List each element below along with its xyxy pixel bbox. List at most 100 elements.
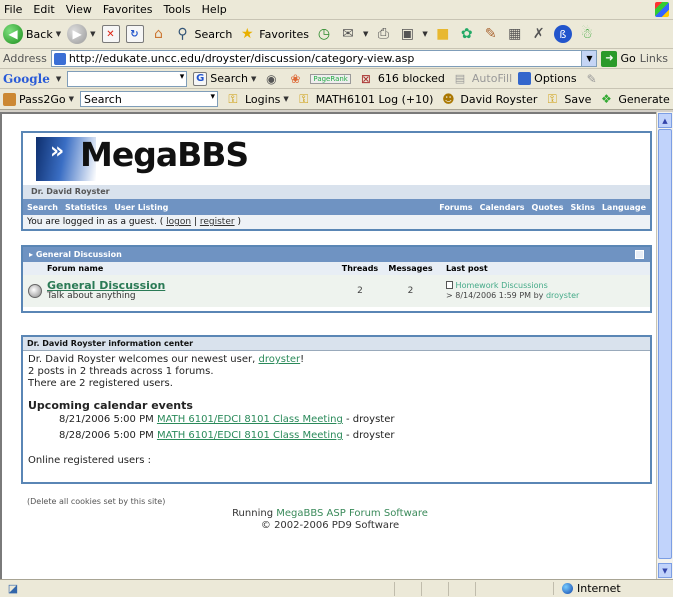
star-icon: ★ [241, 26, 254, 42]
favorites-button[interactable]: ★ Favorites [238, 25, 309, 43]
nav-search[interactable]: Search [27, 203, 58, 212]
nav-language[interactable]: Language [602, 203, 646, 212]
table-row: General Discussion Talk about anything 2… [23, 275, 650, 307]
pagerank-leaf-icon[interactable]: ❀ [286, 70, 304, 88]
last-post-link[interactable]: Homework Discussions [456, 281, 548, 290]
nav-forums[interactable]: Forums [439, 203, 472, 212]
forum-header: » MegaBBS Dr. David Royster Search Stati… [21, 131, 652, 231]
log-icon: ⚿ [299, 91, 309, 106]
google-logo[interactable]: Google [3, 72, 50, 86]
pass2go-search-input[interactable]: Search [80, 91, 218, 107]
forum-messages-count: 2 [407, 286, 414, 296]
forum-logo[interactable]: » MegaBBS [23, 133, 650, 185]
search-button[interactable]: ⚲ Search [174, 25, 232, 43]
scroll-up-icon[interactable]: ▲ [658, 113, 672, 128]
mail-icon[interactable]: ✉ [339, 25, 357, 43]
page-icon [53, 52, 66, 65]
pencil-icon[interactable]: ✎ [583, 70, 601, 88]
messenger-icon[interactable]: ✿ [458, 25, 476, 43]
document-icon [446, 281, 453, 289]
delete-cookies-link[interactable]: (Delete all cookies set by this site) [27, 497, 165, 506]
autofill-icon: ▤ [454, 72, 466, 85]
pass2go-button[interactable]: Pass2Go ▼ [3, 92, 74, 106]
copyright: © 2002-2006 PD9 Software [260, 520, 400, 531]
scroll-thumb[interactable] [658, 129, 672, 559]
forum-table-header: Forum name Threads Messages Last post [23, 262, 650, 275]
address-url: http://edukate.uncc.edu/droyster/discuss… [68, 52, 415, 65]
bluetooth-icon[interactable]: ß [553, 25, 572, 43]
chevron-down-icon[interactable]: ▼ [422, 30, 427, 38]
posts-summary: 2 posts in 2 threads across 1 forums. [28, 366, 214, 377]
event-link[interactable]: MATH 6101/EDCI 8101 Class Meeting [157, 414, 343, 425]
google-search-input[interactable] [67, 70, 188, 87]
calendar-title: Upcoming calendar events [28, 399, 193, 412]
go-button[interactable]: ➜ Go [601, 50, 636, 67]
chevron-down-icon[interactable]: ▼ [581, 51, 597, 66]
standard-toolbar: ◀ Back ▼ ▶ ▼ ✕ ↻ ⌂ ⚲ Search ★ Favorites … [0, 20, 673, 49]
save-icon: ⚿ [547, 91, 557, 106]
forward-button[interactable]: ▶ ▼ [67, 24, 96, 44]
generate-button[interactable]: ❖ Generate [597, 90, 670, 108]
refresh-button[interactable]: ↻ [125, 25, 144, 43]
users-icon[interactable]: ☃ [578, 25, 596, 43]
news-icon[interactable]: ◉ [262, 70, 280, 88]
links-button[interactable]: Links [640, 52, 670, 65]
media-icon[interactable]: ▦ [506, 25, 524, 43]
last-post-meta: > 8/14/2006 1:59 PM by [446, 291, 544, 300]
back-arrow-icon: ◀ [3, 24, 23, 44]
tools-icon[interactable]: ✗ [530, 25, 548, 43]
menu-tools[interactable]: Tools [164, 3, 191, 16]
menu-favorites[interactable]: Favorites [103, 3, 153, 16]
scroll-down-icon[interactable]: ▼ [658, 563, 672, 578]
forum-name-link[interactable]: General Discussion [47, 280, 337, 291]
folder-icon[interactable]: ■ [434, 25, 452, 43]
footer-delete-cookies: (Delete all cookies set by this site) [27, 497, 165, 506]
logins-button[interactable]: ⚿ Logins ▼ [224, 90, 288, 108]
user-button[interactable]: ☻ David Royster [439, 90, 537, 108]
math-log-button[interactable]: ⚿ MATH6101 Log (+10) [295, 90, 433, 108]
users-summary: There are 2 registered users. [28, 378, 173, 389]
menu-file[interactable]: File [4, 3, 22, 16]
edit-icon[interactable]: ▣ [398, 25, 416, 43]
back-button[interactable]: ◀ Back ▼ [3, 24, 61, 44]
event-link[interactable]: MATH 6101/EDCI 8101 Class Meeting [157, 430, 343, 441]
nav-skins[interactable]: Skins [571, 203, 595, 212]
software-link[interactable]: MegaBBS ASP Forum Software [276, 508, 428, 519]
options-icon [518, 72, 532, 85]
logon-link[interactable]: logon [166, 217, 191, 227]
status-bar: ◪ Internet [0, 579, 673, 597]
print-icon[interactable]: ⎙ [374, 25, 392, 43]
register-link[interactable]: register [200, 217, 235, 227]
welcome-line: Dr. David Royster welcomes our newest us… [28, 354, 305, 365]
chevron-down-icon[interactable]: ▼ [363, 30, 368, 38]
autofill-button[interactable]: ▤ AutoFill [451, 70, 512, 88]
vertical-scrollbar[interactable]: ▲ ▼ [656, 112, 673, 579]
menu-view[interactable]: View [66, 3, 92, 16]
nav-user-listing[interactable]: User Listing [114, 203, 168, 212]
nav-quotes[interactable]: Quotes [532, 203, 564, 212]
save-button[interactable]: ⚿ Save [543, 90, 592, 108]
home-icon[interactable]: ⌂ [150, 25, 168, 43]
user-icon: ☻ [442, 92, 455, 106]
category-header[interactable]: ▸ General Discussion [23, 247, 650, 262]
options-button[interactable]: Options [518, 72, 577, 85]
menu-edit[interactable]: Edit [33, 3, 54, 16]
menu-help[interactable]: Help [202, 3, 227, 16]
nav-statistics[interactable]: Statistics [65, 203, 107, 212]
address-input[interactable]: http://edukate.uncc.edu/droyster/discuss… [50, 50, 598, 67]
history-icon[interactable]: ◷ [315, 25, 333, 43]
collapse-icon[interactable] [635, 250, 644, 259]
pagerank-button[interactable]: PageRank [310, 73, 351, 84]
category-title: General Discussion [35, 250, 122, 259]
research-icon[interactable]: ✎ [482, 25, 500, 43]
popup-blocker-button[interactable]: ⊠ 616 blocked [357, 70, 445, 88]
page-viewport: » MegaBBS Dr. David Royster Search Stati… [0, 112, 656, 579]
last-post-author-link[interactable]: droyster [546, 291, 579, 300]
stop-button[interactable]: ✕ [101, 25, 120, 43]
chevron-down-icon[interactable]: ▼ [56, 75, 61, 83]
newest-user-link[interactable]: droyster [258, 354, 300, 365]
col-messages: Messages [388, 264, 433, 273]
nav-calendars[interactable]: Calendars [480, 203, 525, 212]
google-search-button[interactable]: G Search ▼ [193, 71, 256, 86]
col-threads: Threads [341, 264, 379, 273]
